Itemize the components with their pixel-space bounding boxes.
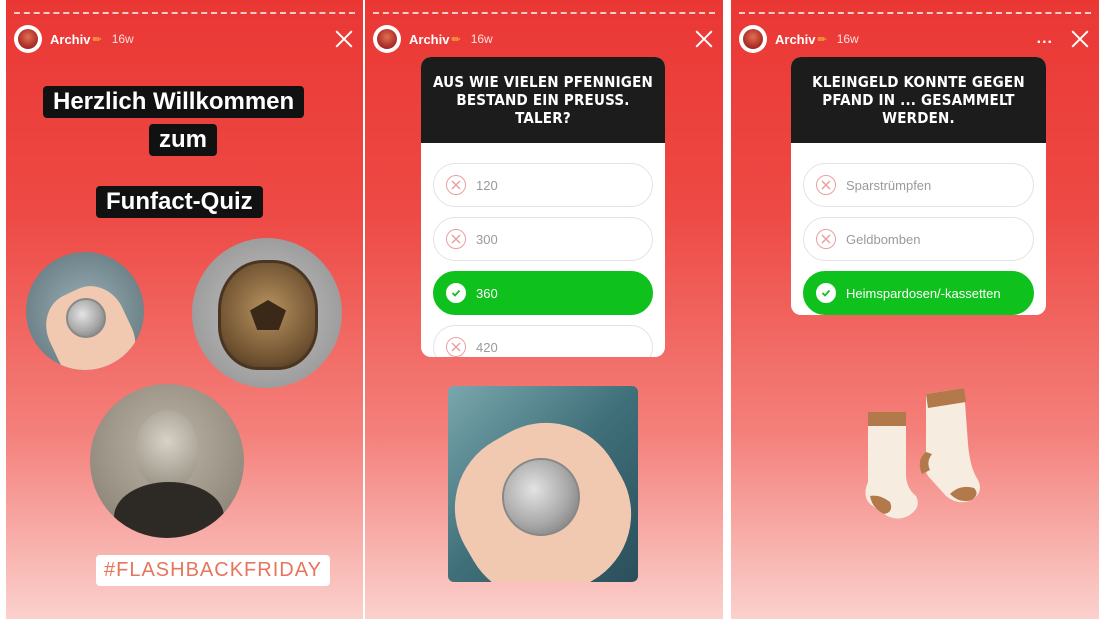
wrong-x-icon — [446, 337, 466, 357]
story-header: Archiv ✏ 16w — [373, 22, 715, 56]
close-icon[interactable] — [1069, 28, 1091, 50]
timestamp: 16w — [470, 32, 493, 46]
wrong-x-icon — [446, 175, 466, 195]
coin-shape — [66, 298, 106, 338]
quiz-option-label: 420 — [476, 339, 498, 355]
portrait-face — [136, 410, 198, 488]
quiz-question: AUS WIE VIELEN PFENNIGEN BESTAND EIN PRE… — [421, 57, 665, 143]
quiz-options: Sparstrümpfen Geldbomben Heimspardosen/-… — [791, 143, 1046, 315]
quiz-option[interactable]: 300 — [433, 217, 653, 261]
medal-photo — [192, 238, 342, 388]
quiz-option[interactable]: 420 — [433, 325, 653, 357]
close-icon[interactable] — [333, 28, 355, 50]
welcome-line-2: zum — [149, 124, 217, 156]
username[interactable]: Archiv — [409, 32, 449, 47]
quiz-option-label: 360 — [476, 285, 498, 301]
quiz-title-label: Funfact-Quiz — [96, 186, 263, 218]
quiz-option[interactable]: 120 — [433, 163, 653, 207]
quiz-option[interactable]: Geldbomben — [803, 217, 1034, 261]
avatar-image — [743, 29, 763, 49]
check-icon — [446, 283, 466, 303]
coin-in-hand-photo — [448, 386, 638, 582]
more-options-icon[interactable]: ... — [1037, 30, 1053, 48]
story-progress-bar — [739, 12, 1091, 14]
wrong-x-icon — [446, 229, 466, 249]
quiz-option-correct[interactable]: 360 — [433, 271, 653, 315]
portrait-body — [114, 482, 224, 538]
quiz-option-label: 300 — [476, 231, 498, 247]
pencil-icon: ✏ — [451, 33, 461, 46]
portrait-photo — [90, 384, 244, 538]
coin-in-hand-photo — [26, 252, 144, 370]
story-progress-bar — [14, 12, 355, 14]
avatar[interactable] — [14, 25, 42, 53]
timestamp: 16w — [111, 32, 134, 46]
welcome-line-1: Herzlich Willkommen — [43, 86, 305, 118]
pencil-icon: ✏ — [817, 33, 827, 46]
username[interactable]: Archiv — [775, 32, 815, 47]
quiz-option-label: Sparstrümpfen — [846, 177, 932, 193]
check-icon — [816, 283, 836, 303]
story-panel-1[interactable]: Archiv ✏ 16w Herzlich Willkommen zum Fun… — [6, 0, 363, 619]
avatar[interactable] — [373, 25, 401, 53]
hashtag-sticker[interactable]: #FLASHBACKFRIDAY — [96, 555, 330, 586]
avatar[interactable] — [739, 25, 767, 53]
story-progress-bar — [373, 12, 715, 14]
quiz-option-label: 120 — [476, 177, 498, 193]
avatar-image — [377, 29, 397, 49]
story-panel-2[interactable]: Archiv ✏ 16w AUS WIE VIELEN PFENNIGEN BE… — [365, 0, 723, 619]
quiz-option-label: Heimspardosen/-kassetten — [846, 285, 1001, 301]
username[interactable]: Archiv — [50, 32, 90, 47]
quiz-question: KLEINGELD KONNTE GEGEN PFAND IN ... GESA… — [791, 57, 1046, 143]
coin-shape — [502, 458, 580, 536]
timestamp: 16w — [836, 32, 859, 46]
right-sock-icon — [919, 388, 980, 503]
story-panel-3[interactable]: Archiv ✏ 16w ... KLEINGELD KONNTE GEGEN … — [731, 0, 1099, 619]
story-header: Archiv ✏ 16w — [14, 22, 355, 56]
avatar-image — [18, 29, 38, 49]
wrong-x-icon — [816, 175, 836, 195]
wrong-x-icon — [816, 229, 836, 249]
quiz-option[interactable]: Sparstrümpfen — [803, 163, 1034, 207]
quiz-options: 120 300 360 420 — [421, 143, 665, 357]
left-sock-icon — [865, 412, 918, 519]
quiz-sticker[interactable]: KLEINGELD KONNTE GEGEN PFAND IN ... GESA… — [791, 57, 1046, 315]
pencil-icon: ✏ — [92, 33, 102, 46]
quiz-sticker[interactable]: AUS WIE VIELEN PFENNIGEN BESTAND EIN PRE… — [421, 57, 665, 357]
quiz-option-label: Geldbomben — [846, 231, 921, 247]
close-icon[interactable] — [693, 28, 715, 50]
quiz-option-correct[interactable]: Heimspardosen/-kassetten — [803, 271, 1034, 315]
socks-illustration — [865, 388, 980, 519]
story-header: Archiv ✏ 16w ... — [739, 22, 1091, 56]
